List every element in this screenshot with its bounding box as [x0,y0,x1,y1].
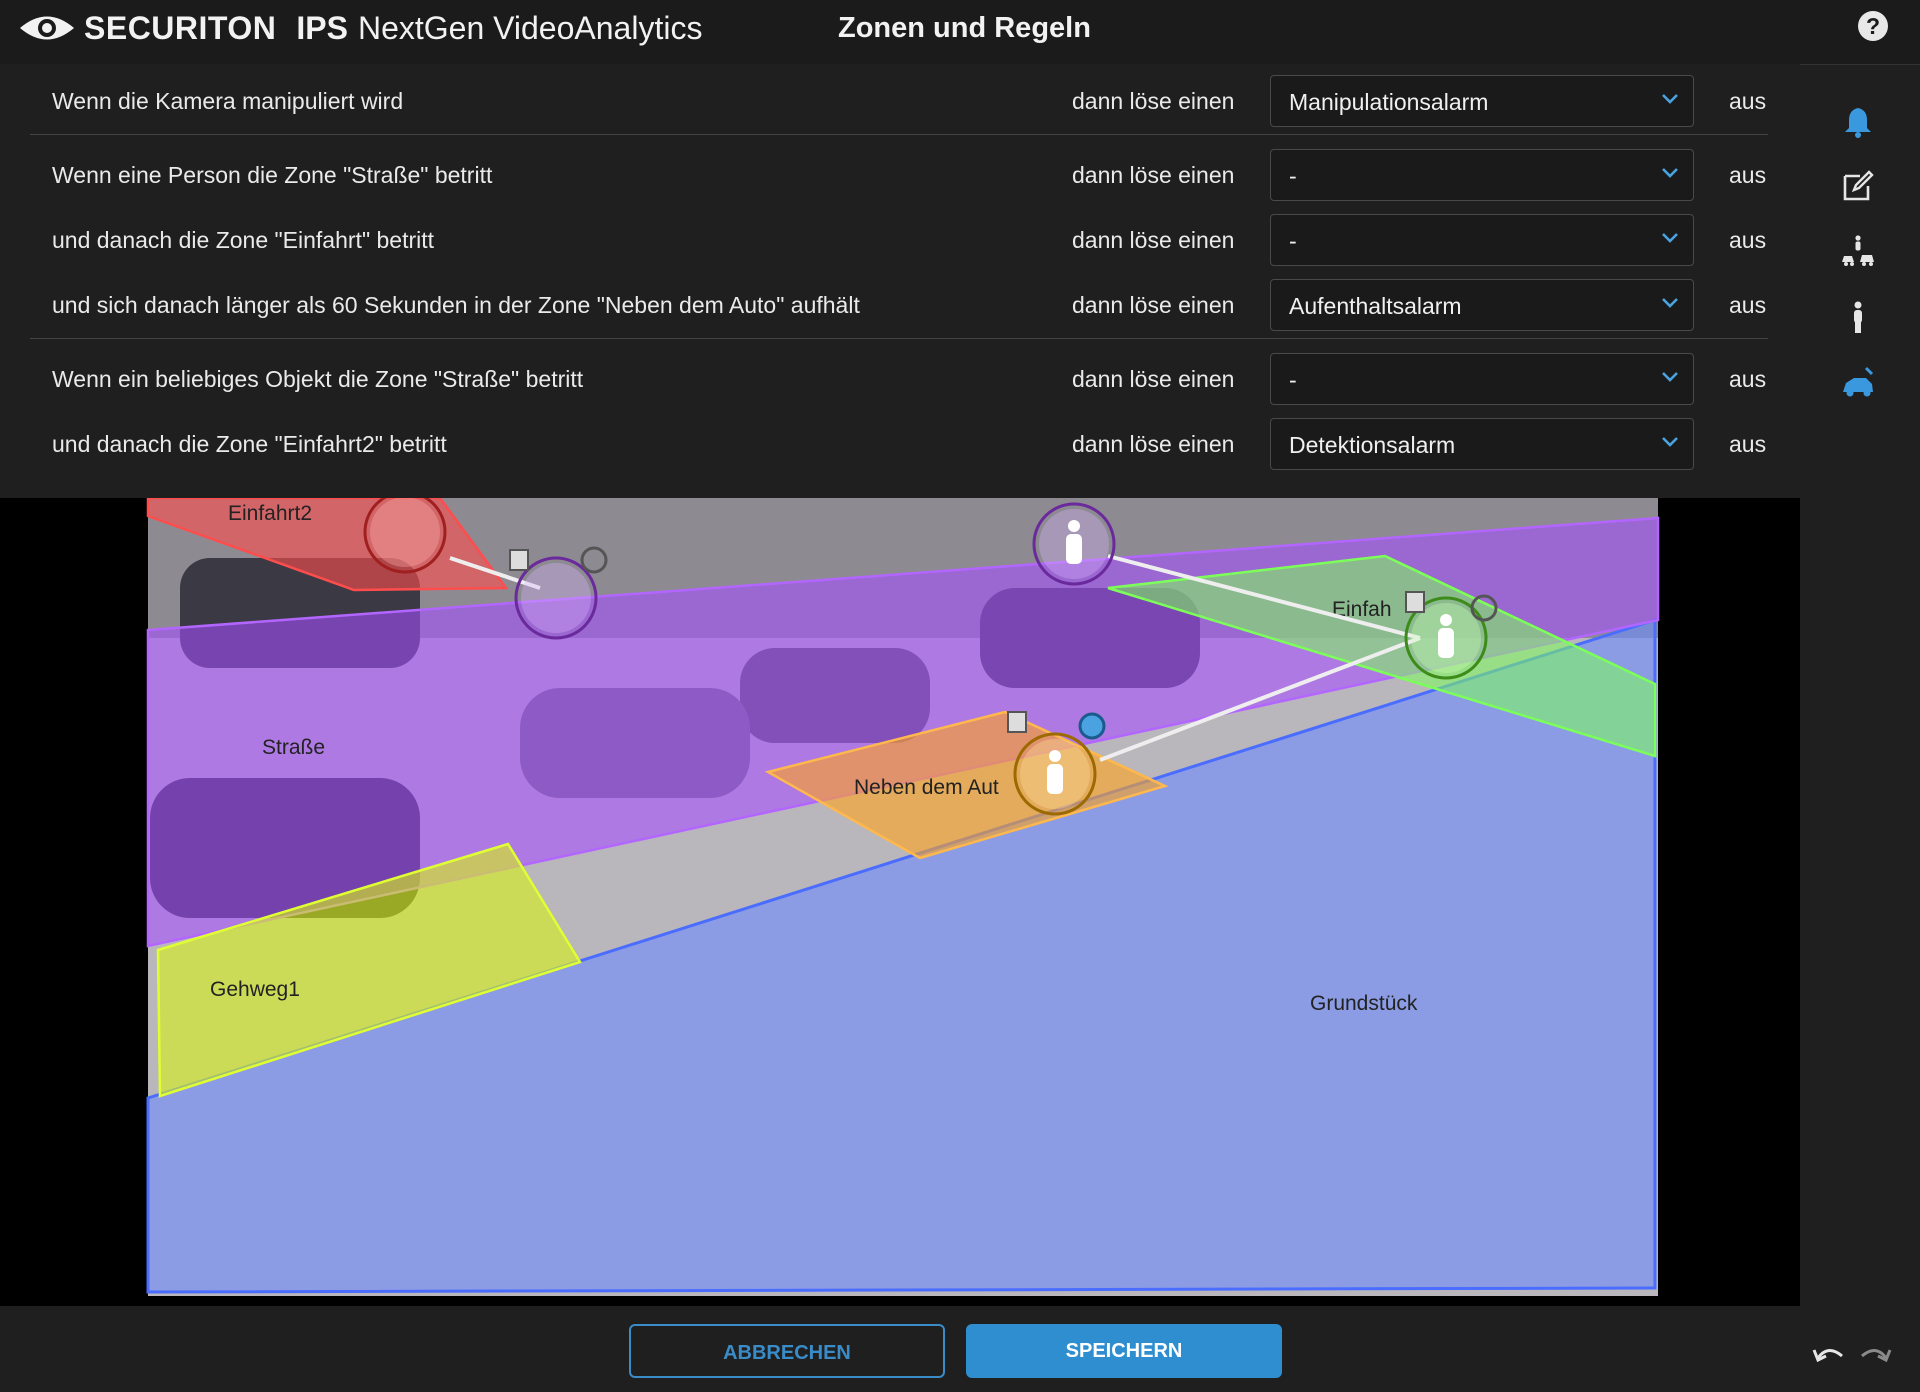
help-icon[interactable]: ? [1858,11,1888,41]
alarm-select[interactable]: Manipulationsalarm [1270,75,1694,127]
rule-action-label: dann löse einen [1072,366,1235,392]
alarm-select-value: Manipulationsalarm [1289,89,1489,115]
eye-logo-icon [20,16,74,40]
camera-view[interactable]: Einfahrt2 Straße Einfah Neben dem Aut Ge… [0,498,1800,1306]
alarm-select[interactable]: - [1270,214,1694,266]
alarm-select[interactable]: - [1270,149,1694,201]
rule-action-label: dann löse einen [1072,88,1235,114]
person-marker[interactable] [1013,732,1097,816]
alarm-select-value: Detektionsalarm [1289,432,1456,458]
zone-overlay[interactable]: Einfahrt2 Straße Einfah Neben dem Aut Ge… [0,498,1800,1306]
zone-label-neben-dem-auto: Neben dem Aut [854,776,999,799]
rule-row: und danach die Zone "Einfahrt2" betritt … [30,415,1770,471]
rule-state[interactable]: aus [1729,366,1766,393]
rule-row: Wenn ein beliebiges Objekt die Zone "Str… [30,350,1770,406]
rule-group-divider [30,338,1768,339]
rule-state[interactable]: aus [1729,227,1766,254]
alarm-select-value: Aufenthaltsalarm [1289,293,1462,319]
chevron-down-icon [1662,168,1678,178]
alarm-select[interactable]: - [1270,353,1694,405]
rule-row: und danach die Zone "Einfahrt" betritt d… [30,211,1770,267]
zone-label-strasse: Straße [262,736,325,759]
edit-icon[interactable] [1840,168,1876,204]
chevron-down-icon [1662,372,1678,382]
chevron-down-icon [1662,233,1678,243]
rule-row: Wenn eine Person die Zone "Straße" betri… [30,146,1770,202]
rule-row: und sich danach länger als 60 Sekunden i… [30,276,1770,332]
brand-name: SECURITON [84,9,277,46]
brand-subtitle: NextGen VideoAnalytics [357,9,703,46]
chevron-down-icon [1662,94,1678,104]
brand-product: IPS [296,9,348,46]
brand-logo: SECURITON IPS NextGen VideoAnalytics [18,0,702,56]
rule-condition: Wenn die Kamera manipuliert wird [52,88,404,114]
rule-condition: und sich danach länger als 60 Sekunden i… [52,292,860,318]
vehicle-icon[interactable] [1840,364,1876,400]
rule-state[interactable]: aus [1729,431,1766,458]
page-title: Zonen und Regeln [838,12,1091,44]
person-marker[interactable] [1032,502,1116,586]
chevron-down-icon [1662,437,1678,447]
rule-action-label: dann löse einen [1072,227,1235,253]
rule-condition: Wenn eine Person die Zone "Straße" betri… [52,162,493,188]
person-icon[interactable] [1840,300,1876,336]
zone-label-einfahrt2: Einfahrt2 [228,502,312,525]
alarm-select[interactable]: Detektionsalarm [1270,418,1694,470]
alarm-select-value: - [1289,163,1297,189]
zone-label-grundstueck: Grundstück [1310,992,1418,1015]
app-header: SECURITON IPS NextGen VideoAnalytics Zon… [0,0,1920,65]
alarm-select-value: - [1289,228,1297,254]
cancel-button[interactable]: ABBRECHEN [629,1324,945,1378]
rule-action-label: dann löse einen [1072,431,1235,457]
rule-group-divider [30,134,1768,135]
redo-icon[interactable] [1858,1344,1892,1364]
rule-state[interactable]: aus [1729,292,1766,319]
alarm-select[interactable]: Aufenthaltsalarm [1270,279,1694,331]
rules-panel: Wenn die Kamera manipuliert wird dann lö… [0,64,1800,498]
zone-label-gehweg1: Gehweg1 [210,978,300,1001]
rule-condition: und danach die Zone "Einfahrt" betritt [52,227,435,253]
alarm-select-value: - [1289,367,1297,393]
rule-state[interactable]: aus [1729,162,1766,189]
rule-row: Wenn die Kamera manipuliert wird dann lö… [30,72,1770,128]
bell-icon[interactable] [1840,104,1876,140]
chevron-down-icon [1662,298,1678,308]
rule-condition: und danach die Zone "Einfahrt2" betritt [52,431,447,457]
rule-state[interactable]: aus [1729,88,1766,115]
rule-action-label: dann löse einen [1072,162,1235,188]
save-button[interactable]: SPEICHERN [966,1324,1282,1378]
footer-bar: ABBRECHEN SPEICHERN [0,1306,1920,1392]
rule-action-label: dann löse einen [1072,292,1235,318]
person-vehicle-icon[interactable] [1840,234,1876,270]
rule-condition: Wenn ein beliebiges Objekt die Zone "Str… [52,366,584,392]
undo-icon[interactable] [1812,1344,1846,1364]
